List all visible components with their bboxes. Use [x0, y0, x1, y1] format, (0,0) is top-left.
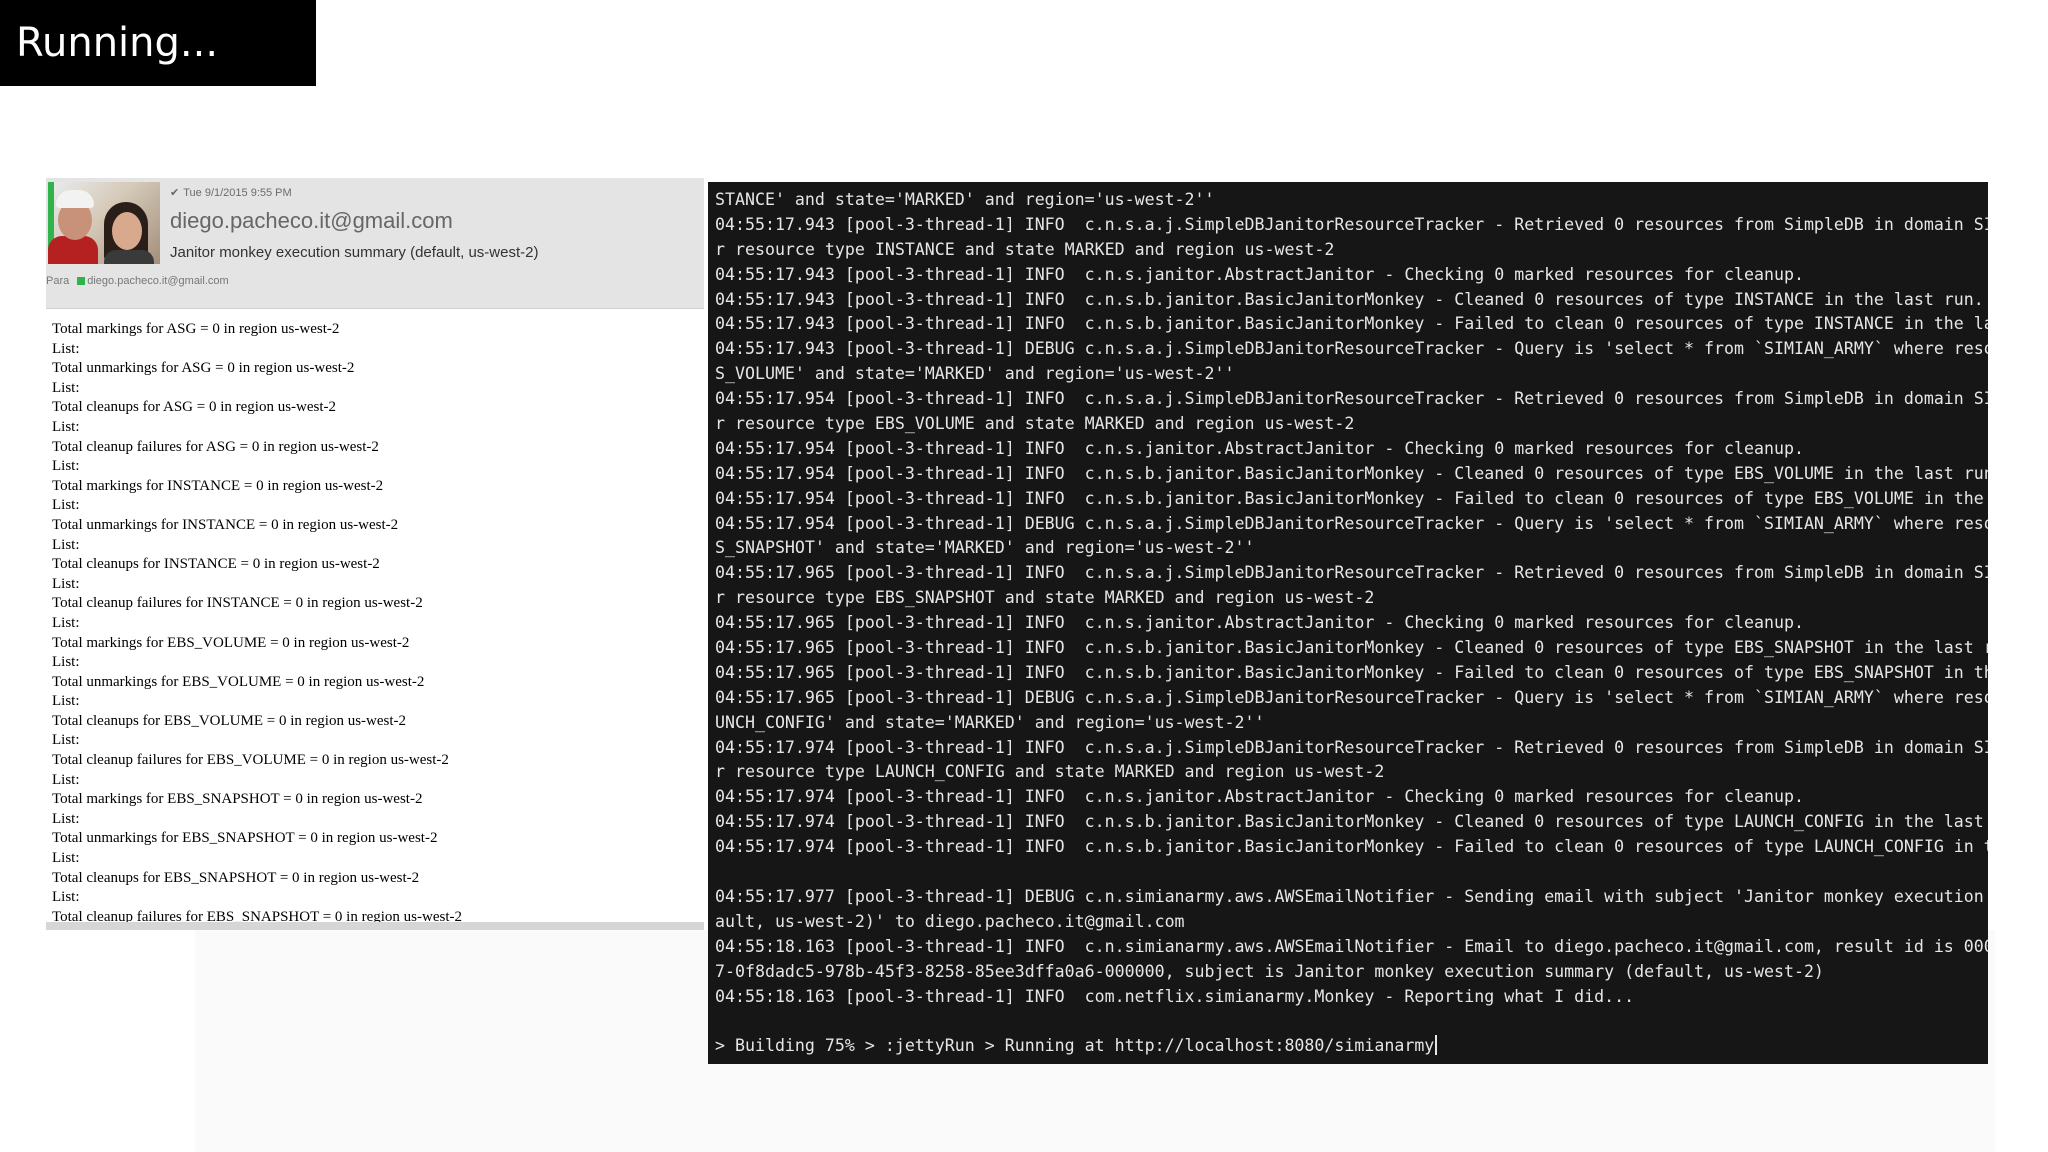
recipient-label: Para — [46, 275, 70, 287]
terminal-line: 04:55:18.163 [pool-3-thread-1] INFO com.… — [715, 986, 1635, 1006]
email-body-line: Total markings for EBS_SNAPSHOT = 0 in r… — [52, 791, 423, 808]
terminal-line: 04:55:17.974 [pool-3-thread-1] INFO c.n.… — [715, 837, 1988, 857]
email-body-line: List: — [52, 418, 80, 435]
email-body-line: List: — [52, 810, 80, 827]
email-body-line: Total cleanup failures for INSTANCE = 0 … — [52, 595, 423, 612]
running-banner: Running... — [0, 0, 316, 86]
email-body-line: Total unmarkings for INSTANCE = 0 in reg… — [52, 516, 399, 533]
terminal-line: r resource type INSTANCE and state MARKE… — [715, 239, 1335, 259]
sender-avatar — [48, 182, 160, 264]
email-body-line: Total markings for ASG = 0 in region us-… — [52, 321, 340, 337]
terminal-line: S_VOLUME' and state='MARKED' and region=… — [715, 364, 1235, 384]
email-recipient: Para diego.pacheco.it@gmail.com — [46, 275, 229, 287]
terminal-line: 04:55:17.974 [pool-3-thread-1] INFO c.n.… — [715, 812, 1988, 832]
email-body-line: Total cleanups for INSTANCE = 0 in regio… — [52, 556, 380, 573]
terminal-line: UNCH_CONFIG' and state='MARKED' and regi… — [715, 712, 1265, 732]
email-body-line: Total unmarkings for ASG = 0 in region u… — [52, 360, 355, 377]
terminal-line: 04:55:17.943 [pool-3-thread-1] INFO c.n.… — [715, 214, 1988, 234]
contact-status-icon — [77, 277, 86, 286]
terminal-line: ault, us-west-2)' to diego.pacheco.it@gm… — [715, 911, 1185, 931]
terminal-line: 04:55:17.943 [pool-3-thread-1] INFO c.n.… — [715, 264, 1804, 284]
terminal-line: 04:55:18.163 [pool-3-thread-1] INFO c.n.… — [715, 936, 1988, 956]
email-body-line: List: — [52, 497, 80, 514]
email-body-line: Total cleanups for EBS_VOLUME = 0 in reg… — [52, 712, 407, 729]
email-subject: Janitor monkey execution summary (defaul… — [170, 244, 539, 261]
terminal-line: 04:55:17.954 [pool-3-thread-1] INFO c.n.… — [715, 488, 1988, 508]
email-body-line: List: — [52, 575, 80, 592]
terminal-line: 04:55:17.965 [pool-3-thread-1] INFO c.n.… — [715, 638, 1988, 658]
email-sender[interactable]: diego.pacheco.it@gmail.com — [170, 208, 453, 234]
email-body-line: Total markings for INSTANCE = 0 in regio… — [52, 477, 384, 494]
terminal-line: 04:55:17.954 [pool-3-thread-1] DEBUG c.n… — [715, 513, 1988, 533]
email-body-line: List: — [52, 379, 80, 396]
terminal-prompt-line: > Building 75% > :jettyRun > Running at … — [715, 1034, 1983, 1059]
terminal-line: 04:55:17.943 [pool-3-thread-1] INFO c.n.… — [715, 289, 1984, 309]
terminal-line: r resource type EBS_SNAPSHOT and state M… — [715, 588, 1375, 608]
email-body-line: Total markings for EBS_VOLUME = 0 in reg… — [52, 634, 410, 651]
email-body: Total markings for ASG = 0 in region us-… — [52, 320, 702, 927]
terminal-line: r resource type LAUNCH_CONFIG and state … — [715, 762, 1385, 782]
terminal-line: r resource type EBS_VOLUME and state MAR… — [715, 414, 1355, 434]
email-body-line: Total cleanup failures for ASG = 0 in re… — [52, 438, 379, 455]
terminal-window[interactable]: STANCE' and state='MARKED' and region='u… — [708, 182, 1988, 1064]
email-body-line: Total cleanup failures for EBS_VOLUME = … — [52, 752, 449, 769]
email-body-line: List: — [52, 850, 80, 867]
email-body-line: Total unmarkings for EBS_VOLUME = 0 in r… — [52, 673, 425, 690]
email-body-line: Total cleanups for EBS_SNAPSHOT = 0 in r… — [52, 869, 420, 886]
email-body-line: List: — [52, 458, 80, 475]
email-body-line: List: — [52, 654, 80, 671]
email-body-line: List: — [52, 889, 80, 906]
email-body-line: List: — [52, 732, 80, 749]
email-header: ✔ Tue 9/1/2015 9:55 PM diego.pacheco.it@g… — [46, 178, 704, 309]
terminal-prompt-text: > Building 75% > :jettyRun > Running at … — [715, 1036, 1435, 1056]
email-panel: ✔ Tue 9/1/2015 9:55 PM diego.pacheco.it@g… — [46, 178, 704, 930]
email-body-line: List: — [52, 771, 80, 788]
terminal-line: S_SNAPSHOT' and state='MARKED' and regio… — [715, 538, 1255, 558]
email-body-line: Total cleanups for ASG = 0 in region us-… — [52, 399, 337, 416]
terminal-line: 04:55:17.965 [pool-3-thread-1] DEBUG c.n… — [715, 687, 1988, 707]
check-icon: ✔ — [170, 187, 180, 199]
terminal-line: 04:55:17.943 [pool-3-thread-1] INFO c.n.… — [715, 314, 1988, 334]
terminal-line: 04:55:17.974 [pool-3-thread-1] INFO c.n.… — [715, 737, 1988, 757]
terminal-line: 04:55:17.974 [pool-3-thread-1] INFO c.n.… — [715, 787, 1804, 807]
terminal-line: 04:55:17.965 [pool-3-thread-1] INFO c.n.… — [715, 613, 1804, 633]
recipient-address[interactable]: diego.pacheco.it@gmail.com — [87, 275, 228, 287]
email-body-line: List: — [52, 614, 80, 631]
email-date: ✔ Tue 9/1/2015 9:55 PM — [170, 186, 292, 199]
email-date-text: Tue 9/1/2015 9:55 PM — [183, 187, 292, 199]
terminal-line: 04:55:17.943 [pool-3-thread-1] DEBUG c.n… — [715, 339, 1988, 359]
terminal-output: STANCE' and state='MARKED' and region='u… — [715, 188, 1988, 1059]
email-body-line: Total unmarkings for EBS_SNAPSHOT = 0 in… — [52, 830, 438, 847]
email-body-line: List: — [52, 340, 80, 357]
email-body-line: List: — [52, 536, 80, 553]
terminal-line: 04:55:17.954 [pool-3-thread-1] INFO c.n.… — [715, 389, 1988, 409]
terminal-line: 04:55:17.954 [pool-3-thread-1] INFO c.n.… — [715, 463, 1988, 483]
text-cursor — [1435, 1035, 1438, 1056]
terminal-line: 04:55:17.977 [pool-3-thread-1] DEBUG c.n… — [715, 886, 1988, 906]
terminal-line: 04:55:17.965 [pool-3-thread-1] INFO c.n.… — [715, 563, 1988, 583]
terminal-line: 04:55:17.954 [pool-3-thread-1] INFO c.n.… — [715, 438, 1804, 458]
email-body-line: List: — [52, 693, 80, 710]
terminal-line: 7-0f8dadc5-978b-45f3-8258-85ee3dffa0a6-0… — [715, 961, 1824, 981]
terminal-line: STANCE' and state='MARKED' and region='u… — [715, 190, 1215, 209]
email-scrollbar[interactable] — [46, 922, 704, 930]
terminal-line: 04:55:17.965 [pool-3-thread-1] INFO c.n.… — [715, 662, 1988, 682]
